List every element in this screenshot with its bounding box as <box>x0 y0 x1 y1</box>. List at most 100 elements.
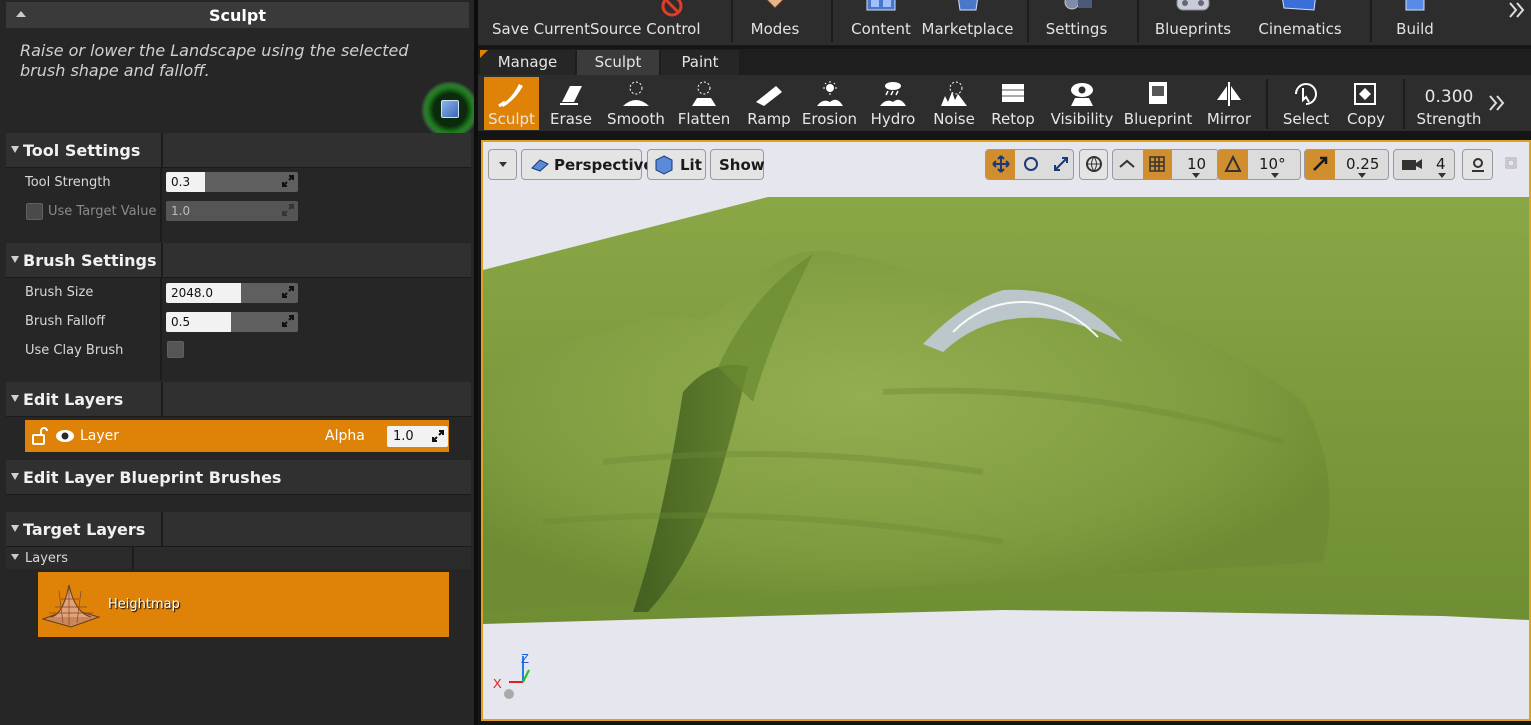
blueprints-button[interactable]: Blueprints <box>1148 0 1238 46</box>
angle-icon <box>1224 155 1242 172</box>
marketplace-button[interactable]: Marketplace <box>920 0 1015 46</box>
rotation-snap-value[interactable]: 10° <box>1249 150 1300 179</box>
brush-size-label: Brush Size <box>25 285 94 300</box>
section-target-layers[interactable]: Target Layers <box>6 512 471 547</box>
use-clay-brush-checkbox[interactable] <box>167 341 184 358</box>
panel-title: Sculpt <box>209 6 266 25</box>
section-title: Edit Layers <box>23 390 124 409</box>
rotate-tool-button[interactable] <box>1016 150 1045 179</box>
maximize-viewport-button[interactable] <box>1462 149 1493 180</box>
ramp-icon <box>756 86 782 106</box>
section-title: Edit Layer Blueprint Brushes <box>23 468 282 487</box>
scale-tool-button[interactable] <box>1046 150 1073 179</box>
section-title: Brush Settings <box>23 251 157 270</box>
scale-snap-value[interactable]: 0.25 <box>1336 150 1388 179</box>
grid-snap-toggle[interactable] <box>1143 150 1172 179</box>
tool-smooth[interactable]: Smooth <box>603 77 669 130</box>
use-target-value-checkbox[interactable] <box>26 203 43 220</box>
tool-select[interactable]: Select <box>1276 77 1336 130</box>
tool-sculpt[interactable]: Sculpt <box>484 77 539 130</box>
tab-manage[interactable]: Manage <box>480 50 575 75</box>
tool-visibility[interactable]: Visibility <box>1047 77 1117 130</box>
save-current-button[interactable]: Save Current <box>486 0 596 46</box>
section-brush-settings[interactable]: Brush Settings <box>6 243 471 278</box>
eye-icon[interactable] <box>55 429 75 443</box>
scale-snap-toggle[interactable] <box>1305 150 1335 179</box>
heightmap-label: Heightmap <box>108 597 180 612</box>
tab-sculpt[interactable]: Sculpt <box>577 50 659 75</box>
expand-arrow-icon <box>11 525 19 532</box>
tools-overflow-icon[interactable] <box>1488 95 1506 111</box>
perspective-button[interactable]: Perspective <box>521 149 654 180</box>
tool-ramp[interactable]: Ramp <box>739 77 799 130</box>
content-button[interactable]: Content <box>846 0 916 46</box>
tool-noise[interactable]: Noise <box>925 77 983 130</box>
tool-flatten[interactable]: Flatten <box>671 77 737 130</box>
unlock-icon[interactable] <box>32 427 48 445</box>
restore-viewport-icon[interactable] <box>1505 157 1517 169</box>
panel-header[interactable]: Sculpt <box>6 2 469 28</box>
tool-erase[interactable]: Erase <box>541 77 601 130</box>
rotation-snap-toggle[interactable] <box>1218 150 1248 179</box>
settings-gear-icon <box>1064 0 1092 10</box>
landscape-scene[interactable]: X Z <box>483 142 1529 719</box>
surface-snap-button[interactable] <box>1113 150 1142 179</box>
select-region-icon <box>1295 83 1317 105</box>
viewport-options-button[interactable] <box>488 149 517 180</box>
content-browser-icon <box>866 0 896 11</box>
flatten-icon <box>692 81 716 106</box>
translate-tool-button[interactable] <box>986 150 1015 179</box>
hydro-erosion-icon <box>880 82 906 106</box>
lit-button[interactable]: Lit <box>647 149 706 180</box>
source-control-button[interactable]: Source Control <box>590 0 701 46</box>
show-button[interactable]: Show <box>710 149 765 180</box>
heightmap-layer[interactable]: Heightmap <box>38 572 449 637</box>
retopologize-icon <box>1002 84 1024 102</box>
rotation-snap-group: 10° <box>1217 149 1301 180</box>
expand-arrow-icon <box>11 256 19 263</box>
perspective-icon <box>531 159 549 172</box>
tool-mirror[interactable]: Mirror <box>1197 77 1261 130</box>
tool-hydro[interactable]: Hydro <box>863 77 923 130</box>
settings-button[interactable]: Settings <box>1038 0 1115 46</box>
world-local-button[interactable] <box>1079 149 1108 180</box>
expand-arrows-icon <box>432 430 444 442</box>
section-edit-layer-blueprint-brushes[interactable]: Edit Layer Blueprint Brushes <box>6 460 471 495</box>
sculpt-brush-icon <box>497 84 523 108</box>
tool-blueprint[interactable]: Blueprint <box>1123 77 1193 130</box>
section-tool-settings[interactable]: Tool Settings <box>6 133 471 168</box>
alpha-field[interactable]: 1.0 <box>387 426 448 447</box>
camera-speed-group[interactable]: 4 <box>1393 149 1455 180</box>
transform-tools-group <box>985 149 1074 180</box>
grid-snap-value[interactable]: 10 <box>1173 150 1218 179</box>
level-viewport[interactable]: X Z Perspective Lit Show 10 10° 0.25 4 <box>481 140 1531 721</box>
alpha-label: Alpha <box>325 428 365 444</box>
brush-size-field[interactable]: 2048.0 <box>166 283 298 303</box>
tab-paint[interactable]: Paint <box>661 50 739 75</box>
sculpt-tools-bar: Sculpt Erase Smooth Flatten Ramp Erosion… <box>478 75 1531 133</box>
surface-snap-icon <box>1119 159 1135 168</box>
layer-name: Layer <box>80 428 120 444</box>
globe-icon <box>1086 156 1102 172</box>
layers-label: Layers <box>25 551 69 566</box>
expand-arrows-icon <box>282 315 294 327</box>
scale-icon <box>1054 157 1068 171</box>
toolbar-overflow-icon[interactable] <box>1508 2 1526 18</box>
tool-retop[interactable]: Retop <box>985 77 1041 130</box>
heightmap-thumbnail-icon <box>41 584 101 628</box>
build-button[interactable]: Build <box>1380 0 1450 46</box>
expand-arrows-icon <box>282 175 294 187</box>
tool-copy[interactable]: Copy <box>1338 77 1394 130</box>
cinematics-button[interactable]: Cinematics <box>1250 0 1350 46</box>
layers-group[interactable]: Layers <box>6 547 471 569</box>
strength-indicator[interactable]: 0.300 Strength <box>1412 77 1486 130</box>
brush-falloff-field[interactable]: 0.5 <box>166 312 298 332</box>
expand-arrow-icon <box>11 473 19 480</box>
target-value-field: 1.0 <box>166 201 298 221</box>
modes-button[interactable]: Modes <box>740 0 810 46</box>
section-edit-layers[interactable]: Edit Layers <box>6 382 471 417</box>
erase-icon <box>560 86 582 105</box>
tool-strength-field[interactable]: 0.3 <box>166 172 298 192</box>
edit-layer-row[interactable]: Layer Alpha 1.0 <box>25 420 449 452</box>
tool-erosion[interactable]: Erosion <box>801 77 858 130</box>
